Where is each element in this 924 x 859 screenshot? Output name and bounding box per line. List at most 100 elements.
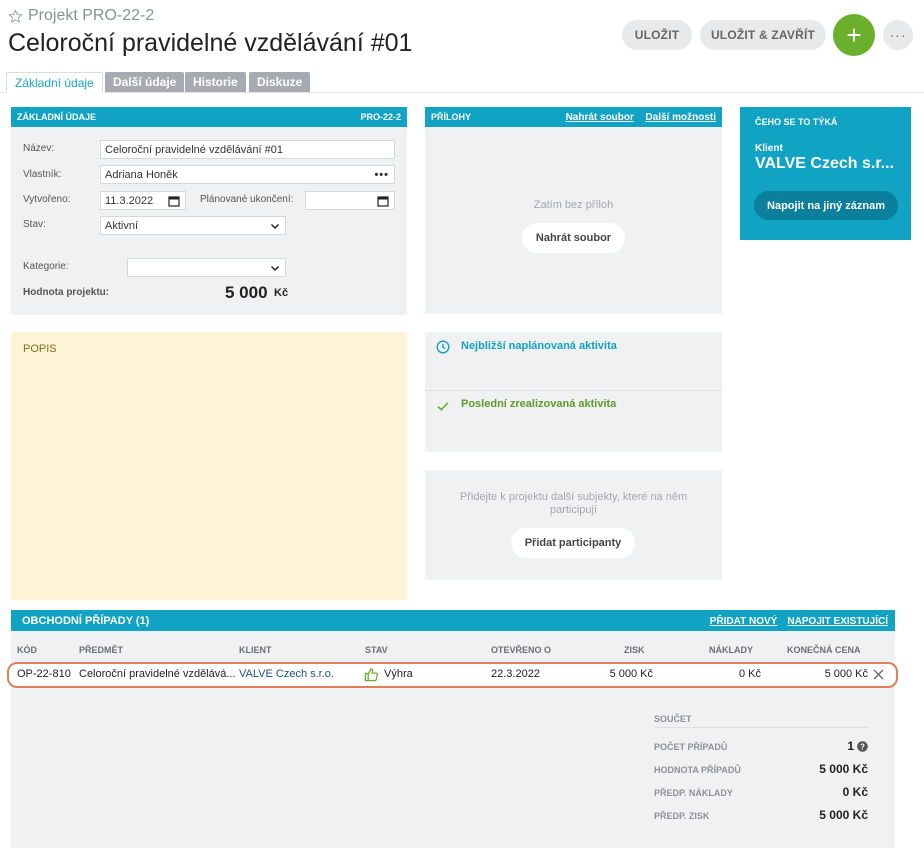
related-heading: ČEHO SE TO TÝKÁ — [755, 117, 838, 127]
owner-field[interactable]: Adriana Honěk ••• — [100, 165, 395, 184]
tab-basic[interactable]: Základní údaje — [6, 72, 103, 93]
checkmark-icon — [436, 399, 450, 413]
basic-info-header: ZÁKLADNÍ ÚDAJE PRO-22-2 — [11, 107, 407, 127]
col-code: KÓD — [17, 645, 37, 655]
next-activity-label[interactable]: Nejbližší naplánovaná aktivita — [461, 340, 617, 352]
activities-panel: Nejbližší naplánovaná aktivita Poslední … — [425, 332, 722, 452]
participants-panel: Přidejte k projektu další subjekty, kter… — [425, 470, 722, 580]
add-new-deal-link[interactable]: PŘIDAT NOVÝ — [710, 616, 778, 627]
calendar-icon[interactable] — [168, 195, 180, 207]
summary-divider — [654, 727, 868, 728]
attachments-header: PŘÍLOHY Nahrát soubor Další možnosti — [425, 107, 722, 127]
col-profit: ZISK — [624, 645, 645, 655]
more-button[interactable]: ··· — [883, 20, 913, 50]
state-label: Stav: — [23, 219, 46, 230]
description-heading: POPIS — [23, 343, 57, 355]
basic-info-heading: ZÁKLADNÍ ÚDAJE — [17, 112, 97, 122]
project-value-currency: Kč — [274, 287, 289, 299]
plus-icon: + — [846, 19, 862, 50]
summary-count-value: 1 — [847, 739, 854, 753]
deals-heading: OBCHODNÍ PŘÍPADY (1) — [22, 614, 150, 627]
name-label: Název: — [23, 143, 55, 154]
upload-file-link[interactable]: Nahrát soubor — [566, 112, 634, 123]
col-costs: NÁKLADY — [709, 645, 753, 655]
star-icon[interactable] — [8, 8, 23, 24]
summary-profit-label: PŘEDP. ZISK — [654, 811, 710, 821]
clock-icon — [436, 340, 450, 354]
tabs-divider — [0, 92, 924, 93]
summary-costs-label: PŘEDP. NÁKLADY — [654, 788, 733, 798]
summary-value-label: HODNOTA PŘÍPADŮ — [654, 765, 741, 775]
add-participants-button[interactable]: Přidat participanty — [511, 528, 635, 558]
svg-text:?: ? — [860, 742, 865, 751]
created-label: Vytvořeno: — [23, 194, 71, 205]
tab-discussion[interactable]: Diskuze — [249, 72, 311, 92]
upload-file-button[interactable]: Nahrát soubor — [522, 223, 625, 253]
tab-history[interactable]: Historie — [185, 72, 246, 92]
summary-costs-value: 0 Kč — [842, 785, 868, 799]
deal-opened: 22.3.2022 — [491, 668, 540, 680]
link-existing-deal-link[interactable]: NAPOJIT EXISTUJÍCÍ — [787, 616, 888, 627]
deal-client[interactable]: VALVE Czech s.r.o. — [239, 668, 334, 680]
planned-end-label: Plánované ukončení: — [200, 194, 294, 205]
deal-subject[interactable]: Celoroční pravidelné vzdělává... — [79, 668, 236, 680]
related-panel: ČEHO SE TO TÝKÁ Klient VALVE Czech s.r..… — [740, 107, 911, 240]
deals-header: OBCHODNÍ PŘÍPADY (1) PŘIDAT NOVÝ NAPOJIT… — [11, 610, 895, 631]
name-value: Celoroční pravidelné vzdělávání #01 — [105, 143, 283, 156]
owner-label: Vlastník: — [23, 169, 62, 180]
help-icon[interactable]: ? — [857, 741, 868, 752]
created-date-field[interactable]: 11.3.2022 — [100, 191, 186, 210]
summary-heading: SOUČET — [654, 714, 692, 724]
col-state: STAV — [365, 645, 388, 655]
client-label: Klient — [755, 143, 783, 154]
state-select[interactable]: Aktivní — [100, 216, 286, 235]
attachments-heading: PŘÍLOHY — [431, 112, 472, 122]
project-code: PRO-22-2 — [360, 112, 401, 122]
basic-info-panel: ZÁKLADNÍ ÚDAJE PRO-22-2 Název: Celoroční… — [11, 107, 407, 315]
deal-state: Výhra — [384, 668, 413, 680]
category-select[interactable] — [127, 258, 286, 277]
summary-profit-value: 5 000 Kč — [819, 808, 868, 822]
page-title: Celoroční pravidelné vzdělávání #01 — [8, 29, 413, 57]
ellipsis-icon[interactable]: ••• — [374, 169, 389, 181]
more-icon: ··· — [889, 27, 907, 43]
created-value: 11.3.2022 — [105, 194, 154, 207]
summary-value-value: 5 000 Kč — [819, 762, 868, 776]
link-other-record-button[interactable]: Napojit na jiný záznam — [754, 191, 898, 220]
deal-final-price: 5 000 Kč — [824, 668, 868, 680]
chevron-down-icon — [270, 263, 280, 273]
name-field[interactable]: Celoroční pravidelné vzdělávání #01 — [100, 140, 395, 159]
deal-profit: 5 000 Kč — [609, 668, 653, 680]
col-final-price: KONEČNÁ CENA — [787, 645, 861, 655]
activities-divider — [425, 390, 722, 391]
project-value-amount: 5 000 — [225, 283, 268, 302]
tab-more-details[interactable]: Další údaje — [105, 72, 185, 92]
no-attachments-text: Zatím bez příloh — [533, 199, 614, 211]
calendar-icon[interactable] — [377, 195, 389, 207]
attachments-panel: PŘÍLOHY Nahrát soubor Další možnosti Zat… — [425, 107, 722, 314]
project-value-label: Hodnota projektu: — [23, 287, 110, 298]
save-button[interactable]: ULOŽIT — [622, 20, 692, 50]
more-options-link[interactable]: Další možnosti — [645, 112, 716, 123]
state-value: Aktivní — [105, 219, 139, 232]
thumbs-up-icon — [364, 667, 379, 682]
client-link[interactable]: VALVE Czech s.r... — [755, 155, 894, 173]
col-opened: OTEVŘENO O — [491, 645, 552, 655]
col-client: KLIENT — [239, 645, 272, 655]
breadcrumb: Projekt PRO-22-2 — [8, 7, 154, 25]
summary-count-label: POČET PŘÍPADŮ — [654, 742, 728, 752]
owner-value: Adriana Honěk — [105, 168, 178, 181]
save-close-button[interactable]: ULOŽIT & ZAVŘÍT — [700, 20, 826, 50]
planned-end-field[interactable] — [305, 191, 395, 210]
chevron-down-icon — [270, 221, 280, 231]
record-subtitle: Projekt PRO-22-2 — [28, 7, 155, 24]
add-button[interactable]: + — [833, 14, 875, 56]
deal-costs: 0 Kč — [738, 668, 761, 680]
col-subject: PŘEDMĚT — [79, 645, 124, 655]
deal-code[interactable]: OP-22-810 — [17, 668, 71, 680]
last-activity-label[interactable]: Poslední zrealizovaná aktivita — [461, 398, 616, 410]
close-icon[interactable] — [873, 669, 884, 680]
category-label: Kategorie: — [23, 261, 69, 272]
participants-text: Přidejte k projektu další subjekty, kter… — [459, 491, 688, 516]
description-panel[interactable]: POPIS — [11, 332, 407, 600]
